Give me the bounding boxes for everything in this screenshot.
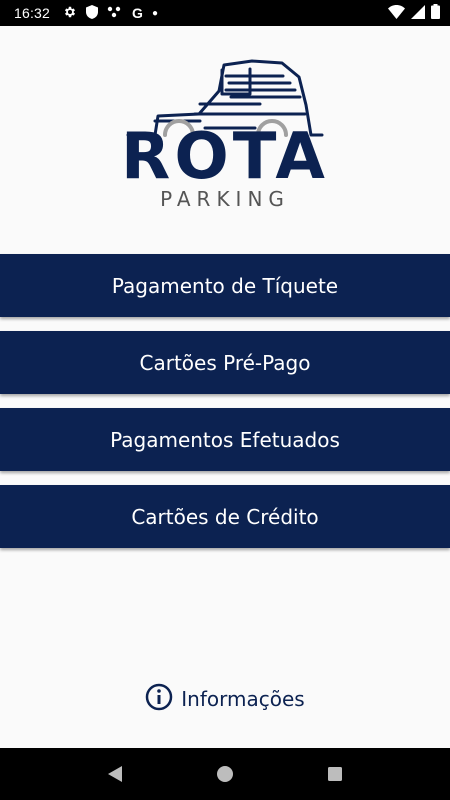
info-link[interactable]: Informações	[0, 682, 450, 716]
ticket-payment-button[interactable]: Pagamento de Tíquete	[0, 254, 450, 317]
menu-item-label: Cartões de Crédito	[131, 504, 319, 529]
status-left: 16:32 G ●	[14, 4, 158, 22]
google-icon: G	[132, 5, 143, 21]
main-menu: Pagamento de Tíquete Cartões Pré-Pago Pa…	[0, 254, 450, 562]
back-icon	[108, 766, 122, 782]
dots-icon	[107, 5, 123, 21]
wifi-icon	[388, 4, 405, 22]
menu-item-label: Cartões Pré-Pago	[139, 350, 311, 375]
prepaid-cards-button[interactable]: Cartões Pré-Pago	[0, 331, 450, 394]
recents-icon	[328, 767, 342, 781]
home-icon	[217, 766, 233, 782]
gear-icon	[63, 5, 77, 22]
payments-made-button[interactable]: Pagamentos Efetuados	[0, 408, 450, 471]
car-logo-icon: ROTA PARKING	[121, 59, 329, 211]
recents-button[interactable]	[315, 754, 355, 794]
logo-subtitle-text: PARKING	[160, 187, 290, 211]
status-bar: 16:32 G ●	[0, 0, 450, 26]
home-button[interactable]	[205, 754, 245, 794]
signal-icon	[411, 4, 425, 22]
back-button[interactable]	[95, 754, 135, 794]
dot-icon: ●	[151, 7, 158, 19]
info-icon	[145, 683, 173, 716]
shield-icon	[86, 4, 99, 22]
status-time: 16:32	[14, 5, 51, 21]
menu-item-label: Pagamento de Tíquete	[111, 273, 339, 298]
battery-icon	[431, 4, 440, 22]
status-right	[388, 4, 440, 22]
menu-item-label: Pagamentos Efetuados	[110, 427, 340, 452]
logo-brand-text: ROTA	[121, 120, 329, 194]
rota-parking-logo: ROTA PARKING	[0, 26, 450, 254]
credit-cards-button[interactable]: Cartões de Crédito	[0, 485, 450, 548]
navigation-bar	[0, 748, 450, 800]
info-label: Informações	[181, 687, 305, 711]
